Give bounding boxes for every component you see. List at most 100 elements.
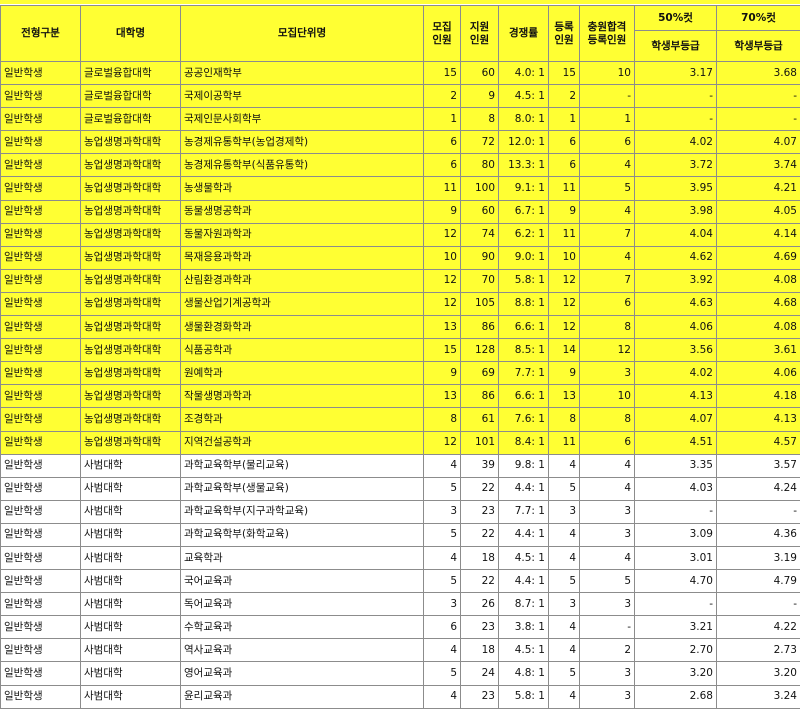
cell-grade-50: 4.02 — [635, 131, 717, 154]
cell-grade-70: 4.14 — [717, 223, 800, 246]
cell-college: 사범대학 — [81, 639, 181, 662]
cell-type: 일반학생 — [1, 316, 81, 339]
cell-registered: 6 — [549, 154, 580, 177]
table-row: 일반학생사범대학수학교육과6233.8: 14-3.214.22 — [1, 616, 800, 639]
cell-recruit: 13 — [424, 316, 461, 339]
cell-ratio: 3.8: 1 — [499, 616, 549, 639]
cell-grade-50: 2.68 — [635, 685, 717, 708]
cell-recruit: 8 — [424, 408, 461, 431]
cell-registered: 4 — [549, 523, 580, 546]
cell-additional: 3 — [580, 523, 635, 546]
table-row: 일반학생농업생명과학대학조경학과8617.6: 1884.074.13 — [1, 408, 800, 431]
cell-registered: 5 — [549, 570, 580, 593]
cell-recruit: 9 — [424, 200, 461, 223]
table-row: 일반학생사범대학과학교육학부(지구과학교육)3237.7: 133-- — [1, 500, 800, 523]
cell-additional: 6 — [580, 292, 635, 315]
cell-ratio: 8.0: 1 — [499, 108, 549, 131]
table-row: 일반학생농업생명과학대학농생물학과111009.1: 11153.954.21 — [1, 177, 800, 200]
cell-unit: 교육학과 — [181, 546, 424, 569]
cell-additional: 4 — [580, 546, 635, 569]
cell-grade-70: 4.13 — [717, 408, 800, 431]
cell-apply: 100 — [461, 177, 499, 200]
cell-apply: 74 — [461, 223, 499, 246]
cell-additional: 3 — [580, 662, 635, 685]
cell-apply: 90 — [461, 246, 499, 269]
cell-grade-50: 2.70 — [635, 639, 717, 662]
cell-apply: 72 — [461, 131, 499, 154]
cell-college: 농업생명과학대학 — [81, 246, 181, 269]
cell-ratio: 8.8: 1 — [499, 292, 549, 315]
cell-unit: 공공인재학부 — [181, 62, 424, 85]
cell-unit: 과학교육학부(지구과학교육) — [181, 500, 424, 523]
cell-additional: - — [580, 616, 635, 639]
cell-recruit: 3 — [424, 500, 461, 523]
cell-unit: 지역건설공학과 — [181, 431, 424, 454]
table-row: 일반학생사범대학교육학과4184.5: 1443.013.19 — [1, 546, 800, 569]
cell-grade-70: 4.08 — [717, 269, 800, 292]
cell-type: 일반학생 — [1, 200, 81, 223]
cell-recruit: 9 — [424, 362, 461, 385]
cell-ratio: 7.7: 1 — [499, 500, 549, 523]
cell-apply: 60 — [461, 200, 499, 223]
cell-recruit: 4 — [424, 546, 461, 569]
cell-additional: 6 — [580, 431, 635, 454]
cell-grade-50: 3.56 — [635, 339, 717, 362]
cell-apply: 86 — [461, 385, 499, 408]
cell-type: 일반학생 — [1, 246, 81, 269]
cell-college: 사범대학 — [81, 546, 181, 569]
cell-registered: 12 — [549, 269, 580, 292]
cell-college: 농업생명과학대학 — [81, 362, 181, 385]
cell-unit: 생물환경화학과 — [181, 316, 424, 339]
cell-unit: 독어교육과 — [181, 593, 424, 616]
cell-grade-50: 3.17 — [635, 62, 717, 85]
cell-additional: 10 — [580, 385, 635, 408]
cell-grade-70: 4.79 — [717, 570, 800, 593]
header-recruit-line1: 모집 — [432, 21, 451, 33]
cell-college: 농업생명과학대학 — [81, 431, 181, 454]
cell-additional: 8 — [580, 316, 635, 339]
cell-grade-70: 4.24 — [717, 477, 800, 500]
cell-college: 농업생명과학대학 — [81, 408, 181, 431]
cell-college: 사범대학 — [81, 500, 181, 523]
cell-apply: 86 — [461, 316, 499, 339]
cell-registered: 5 — [549, 477, 580, 500]
cell-grade-50: 4.07 — [635, 408, 717, 431]
cell-recruit: 6 — [424, 154, 461, 177]
cell-registered: 8 — [549, 408, 580, 431]
table-row: 일반학생사범대학영어교육과5244.8: 1533.203.20 — [1, 662, 800, 685]
cell-college: 사범대학 — [81, 454, 181, 477]
cell-unit: 조경학과 — [181, 408, 424, 431]
cell-ratio: 13.3: 1 — [499, 154, 549, 177]
cell-college: 글로벌융합대학 — [81, 108, 181, 131]
header-apply-line1: 지원 — [470, 21, 489, 33]
cell-type: 일반학생 — [1, 154, 81, 177]
table-row: 일반학생농업생명과학대학동물생명공학과9606.7: 1943.984.05 — [1, 200, 800, 223]
table-row: 일반학생농업생명과학대학생물환경화학과13866.6: 11284.064.08 — [1, 316, 800, 339]
cell-type: 일반학생 — [1, 339, 81, 362]
cell-apply: 101 — [461, 431, 499, 454]
cell-additional: 1 — [580, 108, 635, 131]
header-additional-line1: 충원합격 — [588, 21, 627, 33]
cell-grade-50: 4.51 — [635, 431, 717, 454]
cell-unit: 과학교육학부(화학교육) — [181, 523, 424, 546]
cell-recruit: 5 — [424, 570, 461, 593]
cell-college: 농업생명과학대학 — [81, 269, 181, 292]
cell-registered: 9 — [549, 200, 580, 223]
cell-additional: 4 — [580, 154, 635, 177]
cell-college: 농업생명과학대학 — [81, 154, 181, 177]
header-additional: 충원합격등록인원 — [580, 6, 635, 62]
cell-registered: 12 — [549, 292, 580, 315]
table-row: 일반학생농업생명과학대학지역건설공학과121018.4: 11164.514.5… — [1, 431, 800, 454]
cell-type: 일반학생 — [1, 385, 81, 408]
cell-recruit: 10 — [424, 246, 461, 269]
cell-recruit: 12 — [424, 269, 461, 292]
cell-registered: 4 — [549, 546, 580, 569]
cell-grade-50: 4.02 — [635, 362, 717, 385]
cell-type: 일반학생 — [1, 454, 81, 477]
cell-registered: 9 — [549, 362, 580, 385]
cell-apply: 128 — [461, 339, 499, 362]
cell-additional: 2 — [580, 639, 635, 662]
cell-ratio: 4.5: 1 — [499, 85, 549, 108]
table-row: 일반학생농업생명과학대학농경제유통학부(식품유통학)68013.3: 1643.… — [1, 154, 800, 177]
cell-grade-50: 3.09 — [635, 523, 717, 546]
